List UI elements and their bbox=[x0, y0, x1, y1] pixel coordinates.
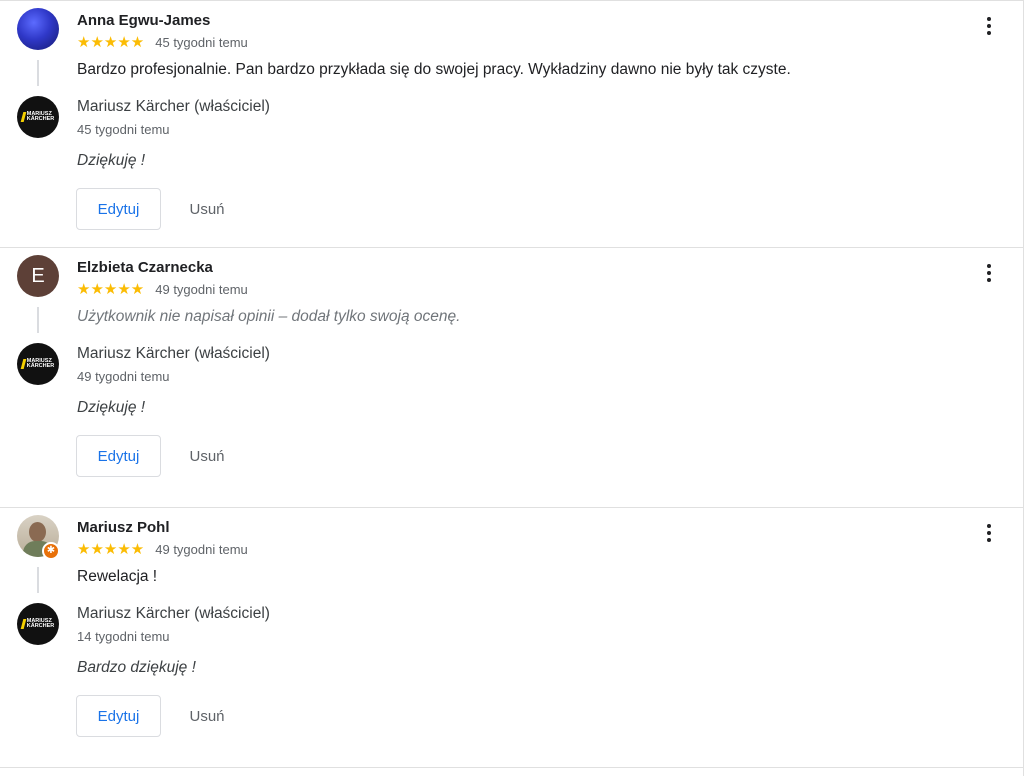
delete-reply-button[interactable]: Usuń bbox=[178, 435, 236, 477]
reviewer-avatar[interactable]: E bbox=[17, 255, 59, 297]
thread-connector bbox=[37, 567, 39, 593]
reply-time: 49 tygodni temu bbox=[77, 369, 170, 384]
owner-logo-line2: KÄRCHER bbox=[26, 623, 55, 629]
reviewer-name[interactable]: Elzbieta Czarnecka bbox=[77, 259, 213, 276]
review-text: Bardzo profesjonalnie. Pan bardzo przykł… bbox=[77, 61, 791, 78]
edit-reply-button[interactable]: Edytuj bbox=[76, 435, 161, 477]
owner-name: Mariusz Kärcher (właściciel) bbox=[77, 345, 270, 362]
owner-name: Mariusz Kärcher (właściciel) bbox=[77, 98, 270, 115]
reviews-list: Anna Egwu-James ★★★★★ 45 tygodni temu Ba… bbox=[0, 0, 1024, 768]
reply-text: Bardzo dziękuję ! bbox=[77, 659, 196, 676]
review-item: E Elzbieta Czarnecka ★★★★★ 49 tygodni te… bbox=[0, 248, 1024, 508]
reply-time: 45 tygodni temu bbox=[77, 122, 170, 137]
reviewer-name[interactable]: Mariusz Pohl bbox=[77, 519, 170, 536]
thread-connector bbox=[37, 307, 39, 333]
reply-text: Dziękuję ! bbox=[77, 152, 146, 169]
logo-stripe bbox=[20, 359, 27, 369]
review-item: ✱ Mariusz Pohl ★★★★★ 49 tygodni temu Rew… bbox=[0, 508, 1024, 768]
more-vert-icon[interactable] bbox=[979, 521, 999, 545]
review-time: 49 tygodni temu bbox=[155, 541, 248, 557]
review-time: 45 tygodni temu bbox=[155, 34, 248, 50]
more-vert-icon[interactable] bbox=[979, 261, 999, 285]
rating-row: ★★★★★ 45 tygodni temu bbox=[77, 33, 248, 51]
edit-reply-button[interactable]: Edytuj bbox=[76, 188, 161, 230]
logo-stripe bbox=[20, 112, 27, 122]
delete-reply-button[interactable]: Usuń bbox=[178, 695, 236, 737]
rating-row: ★★★★★ 49 tygodni temu bbox=[77, 540, 248, 558]
reply-time: 14 tygodni temu bbox=[77, 629, 170, 644]
owner-logo: MARIUSZ KÄRCHER bbox=[17, 343, 59, 385]
owner-logo-line2: KÄRCHER bbox=[26, 116, 55, 122]
review-text: Rewelacja ! bbox=[77, 568, 158, 585]
review-time: 49 tygodni temu bbox=[155, 281, 248, 297]
logo-stripe bbox=[20, 619, 27, 629]
avatar-head bbox=[29, 522, 46, 542]
edit-reply-button[interactable]: Edytuj bbox=[76, 695, 161, 737]
rating-row: ★★★★★ 49 tygodni temu bbox=[77, 280, 248, 298]
local-guide-icon: ✱ bbox=[42, 542, 60, 560]
reviewer-name[interactable]: Anna Egwu-James bbox=[77, 12, 210, 29]
thread-connector bbox=[37, 60, 39, 86]
delete-reply-button[interactable]: Usuń bbox=[178, 188, 236, 230]
owner-name: Mariusz Kärcher (właściciel) bbox=[77, 605, 270, 622]
review-item: Anna Egwu-James ★★★★★ 45 tygodni temu Ba… bbox=[0, 0, 1024, 248]
reply-text: Dziękuję ! bbox=[77, 399, 146, 416]
star-rating-icon: ★★★★★ bbox=[77, 281, 145, 298]
star-rating-icon: ★★★★★ bbox=[77, 541, 145, 558]
review-text: Użytkownik nie napisał opinii – dodał ty… bbox=[77, 308, 461, 325]
star-rating-icon: ★★★★★ bbox=[77, 34, 145, 51]
owner-logo-line2: KÄRCHER bbox=[26, 363, 55, 369]
more-vert-icon[interactable] bbox=[979, 14, 999, 38]
reviewer-avatar[interactable] bbox=[17, 8, 59, 50]
owner-logo: MARIUSZ KÄRCHER bbox=[17, 96, 59, 138]
owner-logo: MARIUSZ KÄRCHER bbox=[17, 603, 59, 645]
